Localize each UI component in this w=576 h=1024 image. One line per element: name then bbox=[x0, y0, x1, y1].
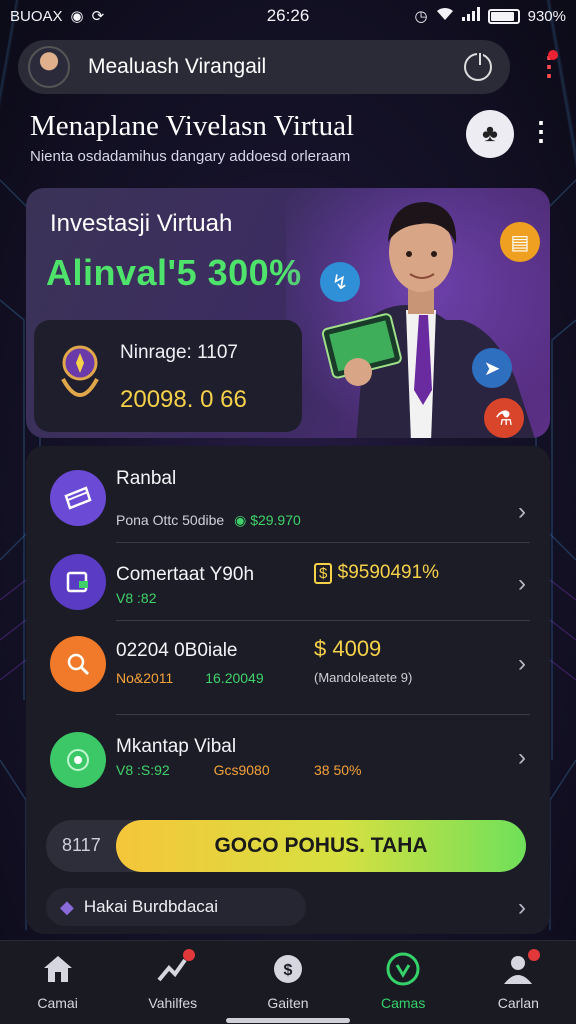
notification-badge bbox=[528, 949, 541, 961]
nav-item-carlan[interactable]: Carlan bbox=[468, 941, 568, 1024]
divider bbox=[116, 620, 530, 621]
row-title: Mkantap Vibal bbox=[116, 736, 237, 757]
row-title: Comertaat Y90h bbox=[116, 564, 255, 585]
list-item[interactable]: 02204 0B0iale No&2011 16.20049 $ 4009 (M… bbox=[26, 630, 550, 720]
radar-icon bbox=[50, 732, 106, 788]
row-title: Ranbal bbox=[116, 468, 177, 489]
avatar[interactable] bbox=[28, 46, 70, 88]
divider bbox=[116, 542, 530, 543]
footer-label: Hakai Burdbdacai bbox=[83, 897, 219, 916]
cta-bar: 8117 GOCO POHUS. TAHA bbox=[46, 820, 526, 872]
signal-icon bbox=[461, 7, 480, 25]
hero-summary-panel: Ninrage: 1107 20098. 0 66 bbox=[34, 320, 302, 432]
notifications-menu-button[interactable]: ⋮ bbox=[536, 48, 562, 84]
diamond-icon: ◆ bbox=[60, 896, 74, 917]
status-bar: BUOAX ◉ ⟳ 26:26 ◷ 930% bbox=[0, 0, 576, 32]
page-subtitle: Nienta osdadamihus dangary addoesd orler… bbox=[30, 148, 351, 165]
hero-card[interactable]: Investasji Virtuah Alinval'5 300% ↯ ▤ ➤ … bbox=[26, 188, 550, 438]
battery-text: 930% bbox=[527, 7, 566, 25]
bottom-navigation: Camai Vahilfes $ Gaiten Camas Carlan bbox=[0, 940, 576, 1024]
chevron-right-icon[interactable]: › bbox=[518, 650, 526, 678]
card-icon bbox=[50, 470, 106, 526]
row-value: $ $9590491% bbox=[314, 562, 439, 584]
user-action-button[interactable]: ♣ bbox=[466, 110, 514, 158]
svg-text:$: $ bbox=[284, 962, 293, 979]
sync-icon: ⟳ bbox=[91, 8, 105, 25]
alarm-icon: ◷ bbox=[414, 8, 428, 25]
row-value: 38 50% bbox=[314, 762, 362, 778]
growth-icon bbox=[385, 951, 421, 987]
wallet-icon bbox=[50, 554, 106, 610]
chevron-right-icon[interactable]: › bbox=[518, 744, 526, 772]
chevron-right-icon[interactable]: › bbox=[518, 498, 526, 526]
list-item[interactable]: Mkantap Vibal V8 :S:92 Gcs9080 38 50% › bbox=[26, 728, 550, 808]
wifi-icon bbox=[436, 7, 454, 25]
nav-item-vahilfes[interactable]: Vahilfes bbox=[123, 941, 223, 1024]
chevron-right-icon[interactable]: › bbox=[518, 894, 526, 922]
summary-label: Ninrage: 1107 bbox=[120, 342, 238, 363]
row-subtitle: V8 :82 bbox=[116, 590, 157, 606]
cta-left-label: 8117 bbox=[62, 835, 101, 855]
row-value: $ 4009 bbox=[314, 636, 382, 661]
nav-item-gaiten[interactable]: $ Gaiten bbox=[238, 941, 338, 1024]
positive-indicator-icon: ◉ bbox=[234, 512, 247, 528]
carrier-text: BUOAX bbox=[10, 7, 63, 25]
summary-value: 20098. 0 66 bbox=[120, 386, 247, 413]
home-indicator[interactable] bbox=[226, 1018, 350, 1023]
holdings-list: Ranbal Pona Ottc 50dibe ◉ $29.970 › Come… bbox=[26, 446, 550, 934]
chevron-right-icon[interactable]: › bbox=[518, 570, 526, 598]
notification-icon: ◉ bbox=[70, 8, 84, 25]
chart-bubble-icon: ↯ bbox=[320, 262, 360, 302]
row-subtitle: No&2011 16.20049 bbox=[116, 670, 264, 686]
coin-icon: $ bbox=[270, 951, 306, 987]
list-item[interactable]: Comertaat Y90h V8 :82 $ $9590491% › bbox=[26, 550, 550, 630]
rocket-bubble-icon: ➤ bbox=[472, 348, 512, 388]
analytics-bubble-icon: ▤ bbox=[500, 222, 540, 262]
club-user-icon: ♣ bbox=[482, 120, 498, 147]
divider bbox=[116, 714, 530, 715]
nav-item-camai[interactable]: Camai bbox=[8, 941, 108, 1024]
row-title: 02204 0B0iale bbox=[116, 640, 238, 661]
row-sub-value: $29.970 bbox=[250, 512, 301, 528]
row-subtitle: V8 :S:92 Gcs9080 bbox=[116, 762, 270, 778]
notification-badge bbox=[182, 949, 195, 961]
footer-link[interactable]: ◆ Hakai Burdbdacai bbox=[46, 888, 306, 926]
trend-bubble-icon: ⚗ bbox=[484, 398, 524, 438]
home-icon bbox=[40, 951, 76, 987]
nav-item-camas[interactable]: Camas bbox=[353, 941, 453, 1024]
clock: 26:26 bbox=[266, 6, 310, 25]
hero-title: Investasji Virtuah bbox=[50, 210, 233, 237]
hero-value: Alinval'5 300% bbox=[46, 252, 302, 293]
account-bar[interactable]: Mealuash Virangail bbox=[18, 40, 510, 94]
battery-icon bbox=[487, 8, 520, 24]
list-item[interactable]: Ranbal Pona Ottc 50dibe ◉ $29.970 › bbox=[26, 464, 550, 544]
notification-badge bbox=[548, 50, 558, 60]
power-icon[interactable] bbox=[464, 53, 492, 81]
primary-cta-button[interactable]: GOCO POHUS. TAHA bbox=[116, 820, 526, 872]
search-icon bbox=[50, 636, 106, 692]
header-more-icon[interactable]: ⋮ bbox=[528, 116, 554, 147]
page-title: Menaplane Vivelasn Virtual bbox=[30, 110, 355, 142]
row-subtitle: Pona Ottc 50dibe ◉ $29.970 bbox=[116, 512, 301, 528]
account-name: Mealuash Virangail bbox=[88, 55, 267, 78]
row-value-note: (Mandoleatete 9) bbox=[314, 670, 413, 685]
dollar-icon: $ bbox=[314, 563, 333, 584]
trophy-shield-icon bbox=[56, 338, 104, 408]
